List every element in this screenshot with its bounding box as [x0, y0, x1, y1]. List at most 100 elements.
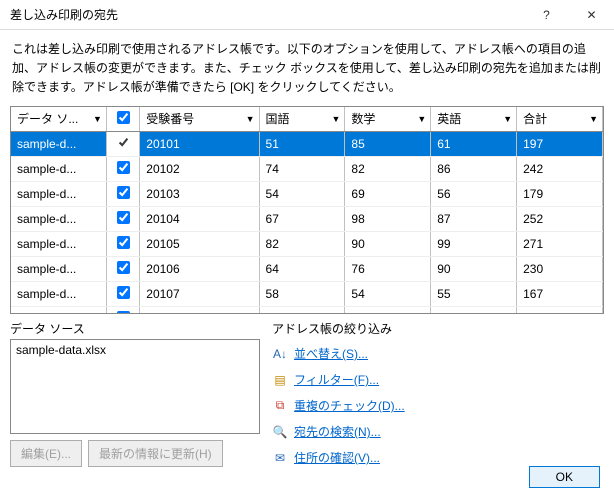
check-all[interactable]	[117, 111, 130, 124]
cell-kokugo: 67	[259, 207, 345, 232]
row-checkbox[interactable]	[117, 286, 130, 299]
cell-goukei: 197	[517, 132, 603, 157]
cell-source: sample-d...	[11, 232, 106, 257]
grid-header-row: データ ソ...▼ 受験番号▼ 国語▼ 数学▼ 英語▼ 合計▼	[11, 107, 603, 132]
cell-source: sample-d...	[11, 307, 106, 314]
dialog-description: これは差し込み印刷で使用されるアドレス帳です。以下のオプションを使用して、アドレ…	[0, 30, 614, 106]
cell-goukei: 252	[517, 207, 603, 232]
cell-check[interactable]	[106, 207, 139, 232]
cell-source: sample-d...	[11, 157, 106, 182]
ok-button[interactable]: OK	[529, 466, 600, 488]
col-header-sugaku[interactable]: 数学▼	[345, 107, 431, 132]
recipients-grid[interactable]: データ ソ...▼ 受験番号▼ 国語▼ 数学▼ 英語▼ 合計▼ sample-d…	[10, 106, 604, 314]
table-row[interactable]: sample-d...20108745775206	[11, 307, 603, 314]
cell-source: sample-d...	[11, 207, 106, 232]
cell-sugaku: 54	[345, 282, 431, 307]
cell-check[interactable]	[106, 157, 139, 182]
cell-sugaku: 82	[345, 157, 431, 182]
list-item[interactable]: sample-data.xlsx	[16, 343, 254, 357]
table-row[interactable]: sample-d... 20107585455167	[11, 282, 603, 307]
cell-source: sample-d...	[11, 282, 106, 307]
filter-link[interactable]: フィルター(F)...	[294, 371, 379, 388]
row-checkbox[interactable]	[117, 211, 130, 224]
cell-sugaku: 85	[345, 132, 431, 157]
table-row[interactable]: sample-d...20106647690230	[11, 257, 603, 282]
duplicate-link[interactable]: 重複のチェック(D)...	[294, 397, 405, 414]
cell-sugaku: 57	[345, 307, 431, 314]
col-header-source[interactable]: データ ソ...▼	[11, 107, 106, 132]
cell-kokugo: 74	[259, 157, 345, 182]
cell-kokugo: 82	[259, 232, 345, 257]
col-header-checkall[interactable]	[106, 107, 139, 132]
cell-eigo: 61	[431, 132, 517, 157]
duplicate-icon: ⧉	[272, 398, 288, 414]
cell-eigo: 75	[431, 307, 517, 314]
close-icon: ✕	[586, 8, 596, 22]
cell-eigo: 87	[431, 207, 517, 232]
cell-check[interactable]	[106, 132, 139, 157]
cell-examno: 20102	[140, 157, 259, 182]
cell-examno: 20103	[140, 182, 259, 207]
help-button[interactable]: ?	[524, 0, 569, 30]
cell-sugaku: 69	[345, 182, 431, 207]
row-checkbox[interactable]	[117, 161, 130, 174]
cell-source: sample-d...	[11, 132, 106, 157]
chevron-down-icon: ▼	[331, 114, 340, 124]
cell-examno: 20105	[140, 232, 259, 257]
row-checkbox[interactable]	[117, 311, 130, 314]
cell-eigo: 99	[431, 232, 517, 257]
cell-eigo: 90	[431, 257, 517, 282]
refresh-button: 最新の情報に更新(H)	[88, 440, 223, 467]
cell-source: sample-d...	[11, 257, 106, 282]
validate-address-link[interactable]: 住所の確認(V)...	[294, 449, 380, 466]
row-checkbox[interactable]	[117, 236, 130, 249]
cell-goukei: 206	[517, 307, 603, 314]
cell-sugaku: 76	[345, 257, 431, 282]
window-title: 差し込み印刷の宛先	[10, 6, 524, 23]
cell-eigo: 55	[431, 282, 517, 307]
cell-check[interactable]	[106, 232, 139, 257]
cell-goukei: 242	[517, 157, 603, 182]
row-checkbox[interactable]	[117, 186, 130, 199]
find-recipient-link[interactable]: 宛先の検索(N)...	[294, 423, 381, 440]
sort-icon: A↓	[272, 346, 288, 362]
cell-examno: 20107	[140, 282, 259, 307]
address-icon: ✉	[272, 450, 288, 466]
cell-eigo: 56	[431, 182, 517, 207]
cell-kokugo: 74	[259, 307, 345, 314]
table-row[interactable]: sample-d... 20101518561197	[11, 132, 603, 157]
close-button[interactable]: ✕	[569, 0, 614, 30]
chevron-down-icon: ▼	[246, 114, 255, 124]
col-header-examno[interactable]: 受験番号▼	[140, 107, 259, 132]
col-header-kokugo[interactable]: 国語▼	[259, 107, 345, 132]
table-row[interactable]: sample-d...20105829099271	[11, 232, 603, 257]
cell-source: sample-d...	[11, 182, 106, 207]
cell-check[interactable]	[106, 257, 139, 282]
cell-goukei: 167	[517, 282, 603, 307]
col-header-eigo[interactable]: 英語▼	[431, 107, 517, 132]
filter-icon: ▤	[272, 372, 288, 388]
cell-check[interactable]	[106, 282, 139, 307]
cell-goukei: 271	[517, 232, 603, 257]
data-source-listbox[interactable]: sample-data.xlsx	[10, 339, 260, 434]
title-bar: 差し込み印刷の宛先 ? ✕	[0, 0, 614, 30]
table-row[interactable]: sample-d...20104679887252	[11, 207, 603, 232]
cell-examno: 20104	[140, 207, 259, 232]
col-header-goukei[interactable]: 合計▼	[517, 107, 603, 132]
chevron-down-icon: ▼	[589, 114, 598, 124]
edit-button: 編集(E)...	[10, 440, 82, 467]
sort-link[interactable]: 並べ替え(S)...	[294, 345, 368, 362]
table-row[interactable]: sample-d... 20102748286242	[11, 157, 603, 182]
cell-check[interactable]	[106, 307, 139, 314]
row-checkbox[interactable]	[117, 136, 130, 149]
cell-eigo: 86	[431, 157, 517, 182]
table-row[interactable]: sample-d...20103546956179	[11, 182, 603, 207]
help-icon: ?	[543, 8, 550, 22]
row-checkbox[interactable]	[117, 261, 130, 274]
cell-examno: 20101	[140, 132, 259, 157]
cell-goukei: 230	[517, 257, 603, 282]
cell-kokugo: 51	[259, 132, 345, 157]
cell-kokugo: 64	[259, 257, 345, 282]
cell-check[interactable]	[106, 182, 139, 207]
cell-kokugo: 58	[259, 282, 345, 307]
